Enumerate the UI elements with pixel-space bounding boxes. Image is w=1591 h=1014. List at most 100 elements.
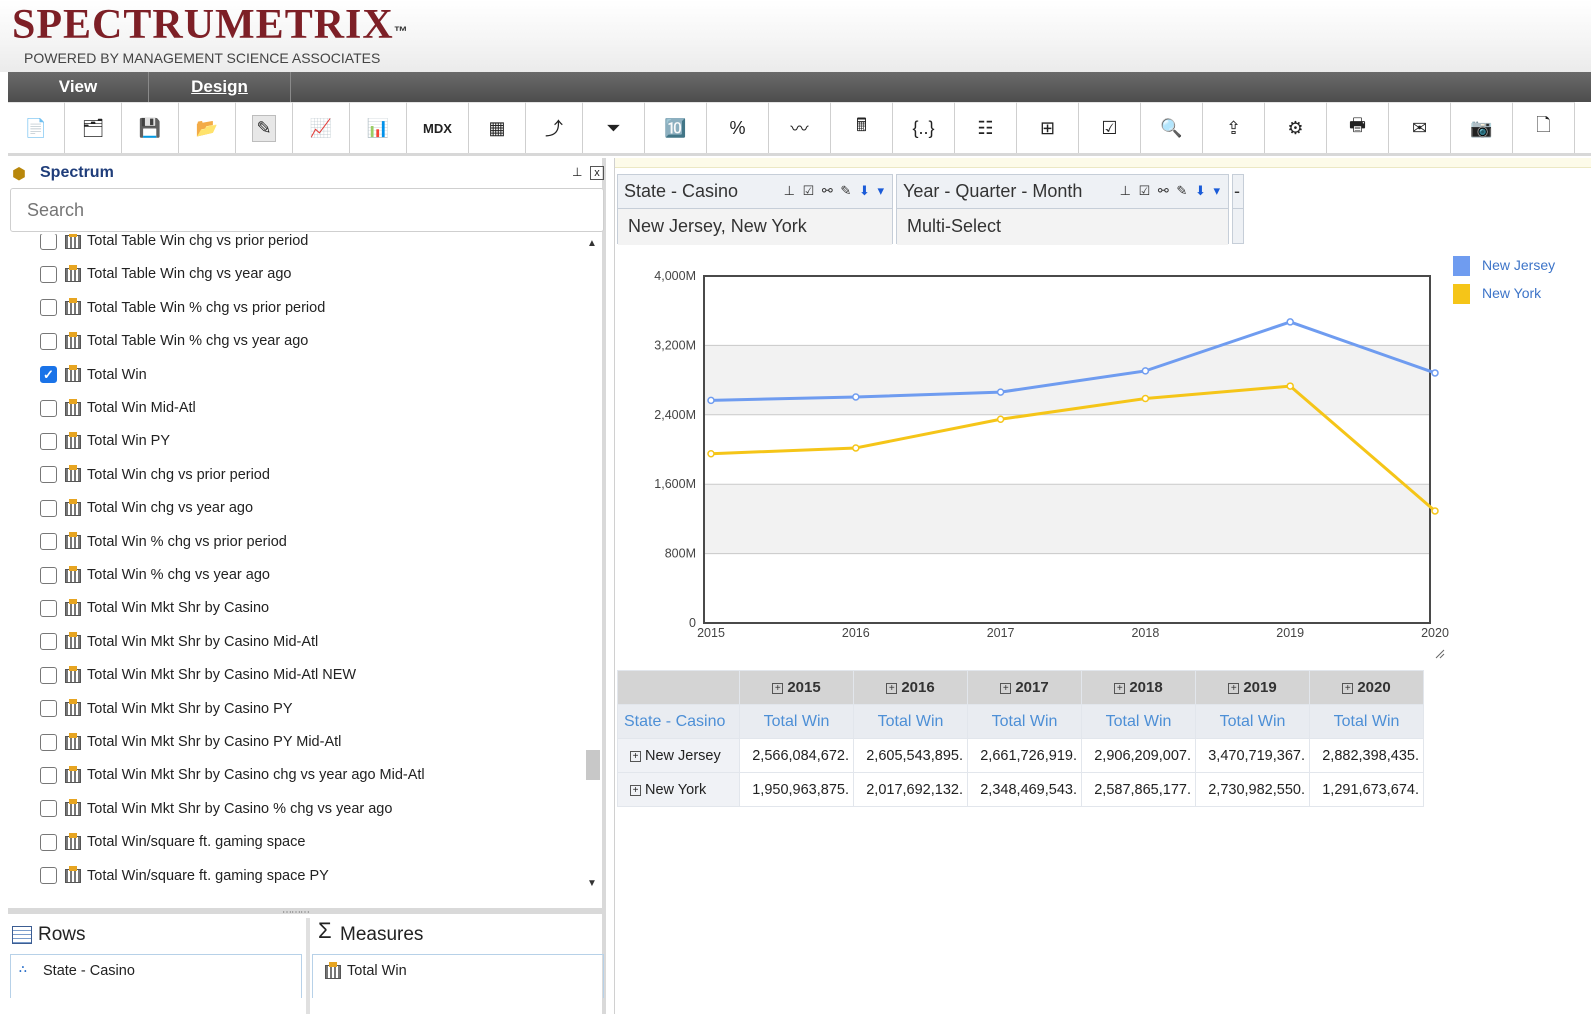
pivot-cell[interactable]: 2,348,469,543. bbox=[967, 772, 1082, 807]
binoculars-icon[interactable]: ⚯ bbox=[1158, 183, 1171, 198]
measure-checkbox[interactable] bbox=[40, 299, 57, 317]
measure-item[interactable]: Total Win Mkt Shr by Casino % chg vs yea… bbox=[40, 796, 392, 822]
sort-icon[interactable]: ⬇ bbox=[1195, 183, 1208, 198]
pin-icon[interactable]: ⊥ bbox=[1120, 183, 1133, 198]
edit-button[interactable]: ✎ bbox=[236, 102, 293, 153]
expand-icon[interactable]: + bbox=[886, 683, 898, 694]
new-report-button[interactable]: 📄 bbox=[8, 102, 65, 153]
pivot-cell[interactable]: 2,587,865,177. bbox=[1081, 772, 1196, 807]
trend-button[interactable]: 〰 bbox=[769, 102, 831, 153]
mdx-button[interactable]: MDX bbox=[407, 102, 469, 153]
measure-checkbox[interactable] bbox=[40, 265, 57, 283]
measure-checkbox[interactable]: ✓ bbox=[40, 366, 57, 384]
menu-design[interactable]: Design bbox=[149, 72, 291, 102]
expand-icon[interactable]: + bbox=[1342, 683, 1354, 694]
expand-icon[interactable]: + bbox=[630, 784, 641, 796]
pivot-cell[interactable]: 2,906,209,007. bbox=[1081, 738, 1196, 773]
pencil-icon[interactable]: ✎ bbox=[840, 183, 853, 198]
measure-checkbox[interactable] bbox=[40, 733, 57, 751]
measure-item[interactable]: Total Win PY bbox=[40, 428, 170, 454]
open-cube-button[interactable]: 🗂 bbox=[65, 102, 122, 153]
pin-icon[interactable]: ⊥ bbox=[572, 165, 582, 179]
binoculars-icon[interactable]: ⚯ bbox=[822, 183, 835, 198]
pivot-cell[interactable]: 2,017,692,132. bbox=[853, 772, 968, 807]
dropdown-icon[interactable]: ▾ bbox=[1213, 183, 1222, 198]
measure-checkbox[interactable] bbox=[40, 566, 57, 584]
measure-checkbox[interactable] bbox=[40, 833, 57, 851]
document-button[interactable]: 🗋 bbox=[1513, 102, 1575, 153]
settings-button[interactable]: ⚙ bbox=[1265, 102, 1327, 153]
measure-checkbox[interactable] bbox=[40, 332, 57, 350]
pivot-year-header[interactable]: +2019 bbox=[1195, 670, 1310, 705]
measure-checkbox[interactable] bbox=[40, 800, 57, 818]
top-n-button[interactable]: 🔟 bbox=[645, 102, 707, 153]
search-input[interactable] bbox=[10, 188, 604, 232]
expand-icon[interactable]: + bbox=[1000, 683, 1012, 694]
expand-icon[interactable]: + bbox=[1228, 683, 1240, 694]
pivot-cell[interactable]: 3,470,719,367. bbox=[1195, 738, 1310, 773]
measure-checkbox[interactable] bbox=[40, 234, 57, 250]
expand-icon[interactable]: + bbox=[630, 750, 641, 762]
export-button[interactable]: ⇪ bbox=[1203, 102, 1265, 153]
measures-item[interactable]: Total Win bbox=[347, 963, 407, 979]
filter-year-quarter-month[interactable]: Year - Quarter - Month ⊥ ☑ ⚯ ✎ ⬇ ▾ Multi… bbox=[896, 174, 1229, 245]
measure-item[interactable]: Total Win Mkt Shr by Casino bbox=[40, 595, 269, 621]
pivot-measure-header[interactable]: Total Win bbox=[1309, 704, 1424, 739]
scroll-up-icon[interactable]: ▲ bbox=[587, 238, 597, 249]
pivot-measure-header[interactable]: Total Win bbox=[853, 704, 968, 739]
pivot-cell[interactable]: 2,730,982,550. bbox=[1195, 772, 1310, 807]
save-button[interactable]: 💾 bbox=[122, 102, 179, 153]
pivot-table-button[interactable]: ▦ bbox=[469, 102, 526, 153]
scroll-thumb[interactable] bbox=[586, 750, 600, 780]
pencil-icon[interactable]: ✎ bbox=[1176, 183, 1189, 198]
checkbox-button[interactable]: ☑ bbox=[1079, 102, 1141, 153]
pivot-row-label[interactable]: + New Jersey bbox=[617, 738, 740, 773]
measure-item[interactable]: ✓ Total Win bbox=[40, 362, 147, 388]
chart-button[interactable]: 📈 bbox=[293, 102, 350, 153]
pivot-cell[interactable]: 2,882,398,435. bbox=[1309, 738, 1424, 773]
camera-button[interactable]: 📷 bbox=[1451, 102, 1513, 153]
measures-drop-zone[interactable]: Total Win bbox=[312, 954, 604, 998]
measure-checkbox[interactable] bbox=[40, 666, 57, 684]
measure-item[interactable]: Total Table Win % chg vs prior period bbox=[40, 295, 325, 321]
measure-checkbox[interactable] bbox=[40, 766, 57, 784]
pin-icon[interactable]: ⊥ bbox=[784, 183, 797, 198]
pivot-year-header[interactable]: +2016 bbox=[853, 670, 968, 705]
measure-checkbox[interactable] bbox=[40, 867, 57, 885]
close-icon[interactable]: x bbox=[590, 166, 604, 180]
measure-item[interactable]: Total Table Win % chg vs year ago bbox=[40, 328, 308, 354]
measure-item[interactable]: Total Win chg vs year ago bbox=[40, 495, 253, 521]
bar-chart-button[interactable]: 📊 bbox=[350, 102, 407, 153]
filter-state-casino[interactable]: State - Casino ⊥ ☑ ⚯ ✎ ⬇ ▾ New Jersey, N… bbox=[617, 174, 893, 245]
measure-checkbox[interactable] bbox=[40, 399, 57, 417]
measure-checkbox[interactable] bbox=[40, 499, 57, 517]
print-button[interactable]: 🖶 bbox=[1327, 102, 1389, 153]
filter-extra[interactable]: - bbox=[1232, 174, 1244, 244]
measure-checkbox[interactable] bbox=[40, 432, 57, 450]
measure-checkbox[interactable] bbox=[40, 599, 57, 617]
pivot-cell[interactable]: 2,605,543,895. bbox=[853, 738, 968, 773]
pivot-measure-header[interactable]: Total Win bbox=[967, 704, 1082, 739]
measure-item[interactable]: Total Win Mkt Shr by Casino chg vs year … bbox=[40, 762, 425, 788]
scroll-down-icon[interactable]: ▼ bbox=[587, 878, 597, 889]
measure-item[interactable]: Total Win % chg vs year ago bbox=[40, 562, 270, 588]
measure-item[interactable]: Total Win Mkt Shr by Casino Mid-Atl NEW bbox=[40, 662, 356, 688]
pivot-row-header[interactable]: State - Casino bbox=[617, 704, 740, 739]
pivot-row-label[interactable]: + New York bbox=[617, 772, 740, 807]
pivot-cell[interactable]: 2,566,084,672. bbox=[739, 738, 854, 773]
splitter-grip-icon[interactable]: ⋯⋯⋯ bbox=[282, 907, 310, 918]
pivot-cell[interactable]: 1,950,963,875. bbox=[739, 772, 854, 807]
menu-view[interactable]: View bbox=[8, 72, 149, 102]
pivot-measure-header[interactable]: Total Win bbox=[1081, 704, 1196, 739]
open-folder-button[interactable]: 📂 bbox=[179, 102, 236, 153]
measure-item[interactable]: Total Win Mkt Shr by Casino PY bbox=[40, 696, 293, 722]
measure-item[interactable]: Total Win Mid-Atl bbox=[40, 395, 196, 421]
measure-item[interactable]: Total Win Mkt Shr by Casino Mid-Atl bbox=[40, 629, 318, 655]
pivot-measure-header[interactable]: Total Win bbox=[1195, 704, 1310, 739]
pivot-year-header[interactable]: +2020 bbox=[1309, 670, 1424, 705]
measure-item[interactable]: Total Win % chg vs prior period bbox=[40, 529, 287, 555]
measure-checkbox[interactable] bbox=[40, 700, 57, 718]
sort-icon[interactable]: ⬇ bbox=[859, 183, 872, 198]
checkbox-icon[interactable]: ☑ bbox=[1139, 183, 1153, 198]
pivot-cell[interactable]: 2,661,726,919. bbox=[967, 738, 1082, 773]
